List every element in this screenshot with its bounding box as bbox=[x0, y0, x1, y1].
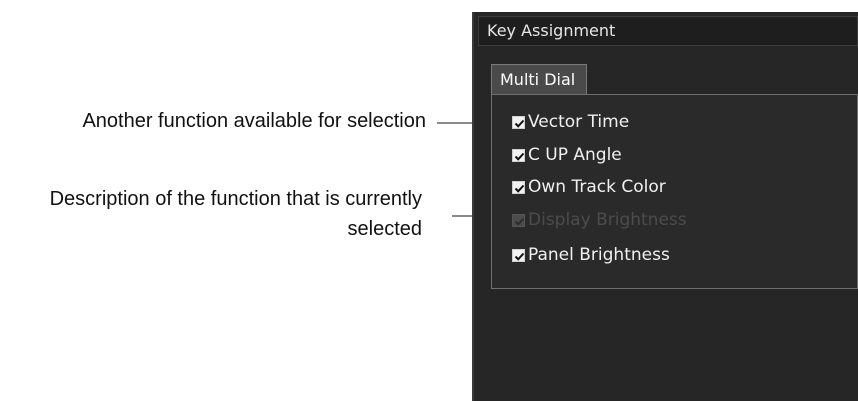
option-panel-brightness[interactable]: Panel Brightness bbox=[512, 243, 670, 267]
option-c-up-angle[interactable]: C UP Angle bbox=[512, 143, 622, 167]
tab-multi-dial[interactable]: Multi Dial bbox=[491, 64, 587, 94]
checkbox-checked-icon[interactable] bbox=[512, 248, 525, 262]
callout-another-function: Another function available for selection bbox=[82, 110, 426, 132]
option-own-track-color[interactable]: Own Track Color bbox=[512, 175, 666, 199]
option-display-brightness: Display Brightness bbox=[512, 208, 687, 232]
checkbox-checked-icon[interactable] bbox=[512, 180, 525, 194]
callout-current-description: Description of the function that is curr… bbox=[49, 188, 422, 240]
option-label: Panel Brightness bbox=[528, 245, 670, 265]
option-vector-time[interactable]: Vector Time bbox=[512, 110, 629, 134]
checkbox-checked-icon[interactable] bbox=[512, 148, 525, 162]
option-label: Own Track Color bbox=[528, 177, 666, 197]
checkbox-checked-disabled-icon bbox=[512, 213, 525, 227]
panel-title: Key Assignment bbox=[478, 16, 858, 46]
option-label: Vector Time bbox=[528, 112, 630, 132]
checkbox-checked-icon[interactable] bbox=[512, 115, 525, 129]
option-label: Display Brightness bbox=[528, 210, 687, 230]
option-label: C UP Angle bbox=[528, 145, 622, 165]
